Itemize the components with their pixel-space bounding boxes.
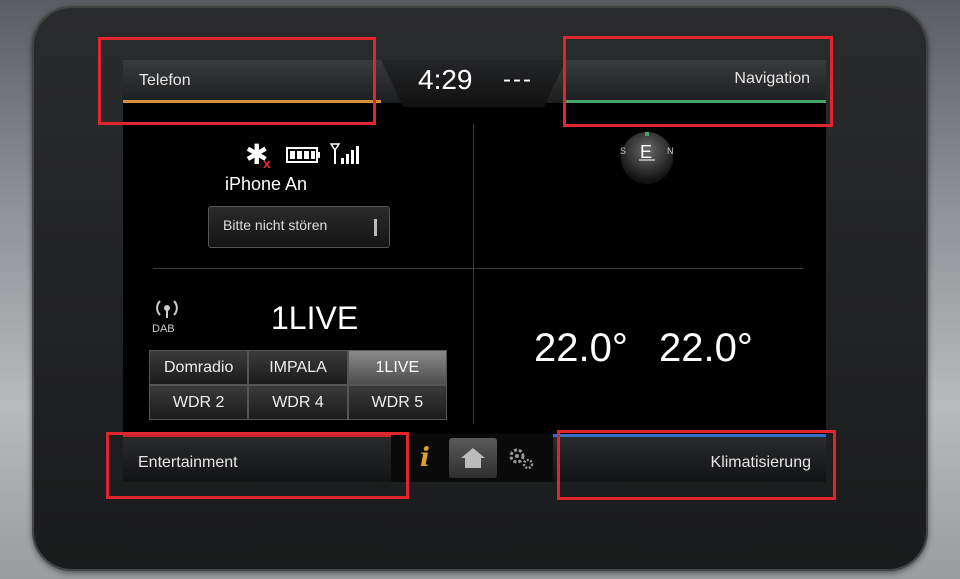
bottom-center-controls: i: [391, 434, 553, 482]
current-station: 1LIVE: [271, 300, 359, 336]
compass-west-label: S: [620, 146, 626, 156]
annotation-box-entertainment: [106, 432, 409, 499]
home-icon: [461, 448, 485, 468]
preset-button[interactable]: WDR 5: [348, 386, 446, 419]
annotation-box-navigation: [563, 36, 833, 127]
quadrant-divider-horizontal: [153, 268, 803, 269]
compass-icon[interactable]: S E N: [617, 132, 677, 186]
passenger-temperature[interactable]: 22.0°: [659, 326, 753, 371]
preset-button[interactable]: IMPALA: [249, 351, 347, 384]
toggle-indicator: [374, 219, 377, 236]
compass-heading: E: [640, 142, 652, 162]
radio-presets: Domradio IMPALA 1LIVE WDR 2 WDR 4 WDR 5: [149, 350, 447, 420]
annotation-box-climate: [557, 430, 836, 500]
annotation-box-phone: [98, 37, 376, 125]
preset-button[interactable]: Domradio: [150, 351, 248, 384]
preset-button[interactable]: WDR 2: [150, 386, 248, 419]
phone-device-status: iPhone An: [225, 174, 308, 194]
clock-area: [381, 60, 566, 107]
settings-button[interactable]: [497, 438, 545, 478]
home-button[interactable]: [449, 438, 497, 478]
bluetooth-icon: ✱ x: [245, 138, 271, 171]
phone-status-icons: ✱ x: [243, 138, 373, 171]
do-not-disturb-label: Bitte nicht stören: [223, 217, 328, 233]
do-not-disturb-button[interactable]: Bitte nicht stören: [208, 206, 390, 248]
quadrant-divider-vertical: [473, 124, 474, 424]
battery-icon: [286, 147, 320, 163]
clock: 4:29: [418, 64, 473, 95]
preset-button[interactable]: WDR 4: [249, 386, 347, 419]
signal-strength-icon: [329, 143, 359, 164]
svg-text:x: x: [263, 157, 271, 170]
info-icon: i: [420, 443, 430, 473]
preset-button-active[interactable]: 1LIVE: [348, 351, 446, 384]
clock-suffix: ---: [503, 66, 533, 93]
dab-source-label: DAB: [152, 323, 175, 335]
compass-east-label: N: [667, 146, 674, 156]
gear-icon: [509, 448, 534, 470]
dab-antenna-icon: DAB: [151, 296, 185, 336]
driver-temperature[interactable]: 22.0°: [534, 326, 628, 371]
